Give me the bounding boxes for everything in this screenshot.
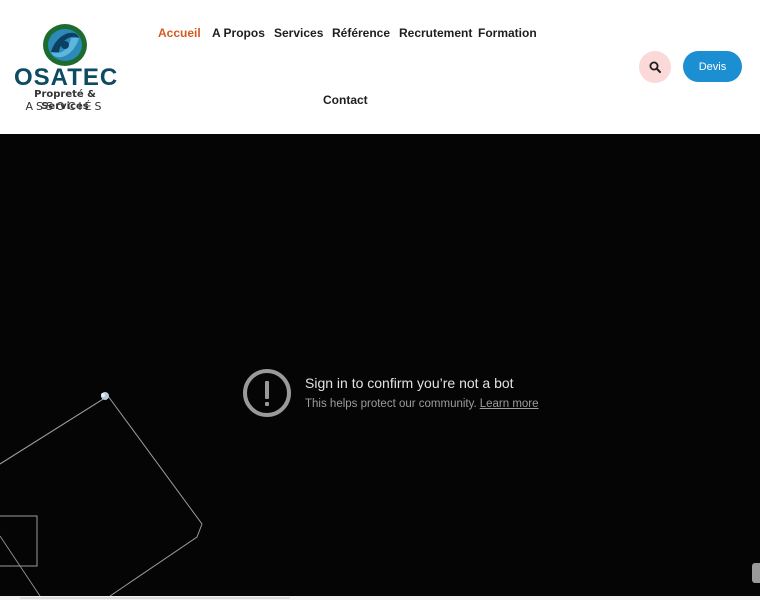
nav-item-formation[interactable]: Formation bbox=[478, 26, 537, 40]
logo-wordmark: OSATEC bbox=[14, 64, 119, 91]
logo-emblem-icon bbox=[43, 24, 87, 66]
learn-more-link[interactable]: Learn more bbox=[480, 398, 539, 410]
bottom-divider bbox=[20, 597, 290, 599]
nav-item-contact[interactable]: Contact bbox=[323, 93, 368, 107]
bot-check-title: Sign in to confirm you’re not a bot bbox=[305, 375, 514, 391]
video-embed[interactable]: Sign in to confirm you’re not a bot This… bbox=[0, 134, 760, 596]
nav-item-accueil[interactable]: Accueil bbox=[158, 26, 201, 40]
bot-check-message: Sign in to confirm you’re not a bot This… bbox=[243, 369, 543, 419]
site-header: OSATEC Propreté & Services ASSOCIÉS Accu… bbox=[0, 0, 760, 134]
decorative-lines bbox=[0, 392, 203, 596]
bot-check-text: This helps protect our community. Learn m… bbox=[305, 398, 539, 410]
search-icon bbox=[649, 61, 661, 73]
side-scroll-tab[interactable] bbox=[752, 563, 760, 583]
logo-tagline-associes: ASSOCIÉS bbox=[25, 100, 105, 113]
devis-button[interactable]: Devis bbox=[683, 51, 742, 82]
nav-item-recrutement[interactable]: Recrutement bbox=[399, 26, 472, 40]
nav-item-a-propos[interactable]: A Propos bbox=[212, 26, 265, 40]
nav-item-services[interactable]: Services bbox=[274, 26, 323, 40]
alert-circle-icon bbox=[243, 369, 291, 417]
nav-item-reference[interactable]: Référence bbox=[332, 26, 390, 40]
bot-check-message-text: This helps protect our community. bbox=[305, 398, 477, 410]
search-button[interactable] bbox=[639, 51, 671, 83]
osatec-logo[interactable]: OSATEC Propreté & Services ASSOCIÉS bbox=[12, 18, 118, 114]
